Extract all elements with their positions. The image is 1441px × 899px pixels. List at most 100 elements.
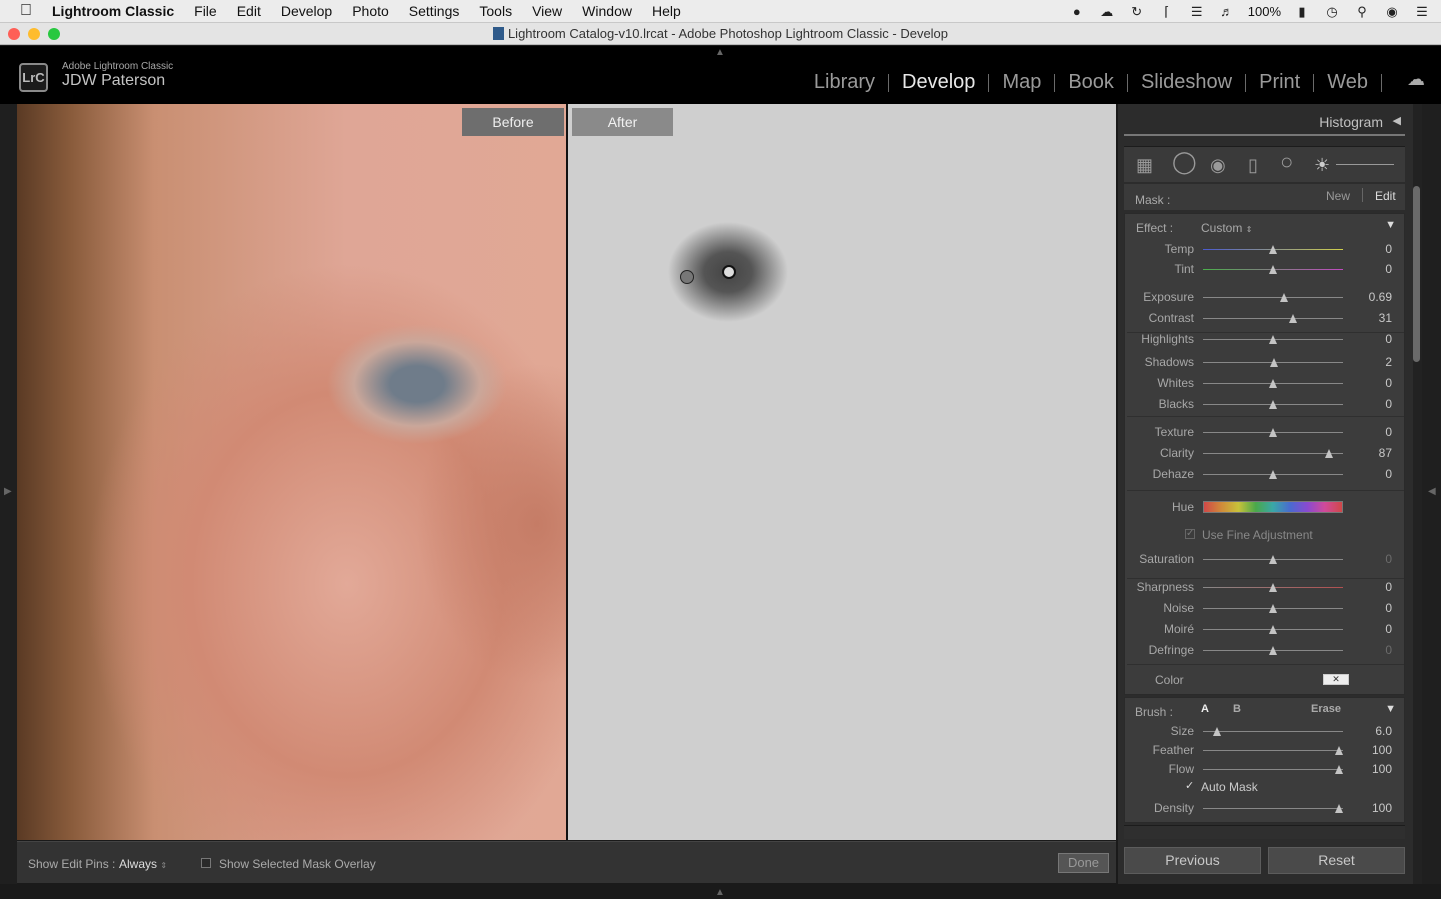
apple-menu-icon[interactable]:  <box>20 2 32 20</box>
module-slideshow[interactable]: Slideshow <box>1141 71 1232 94</box>
clarity-value[interactable]: 87 <box>1379 446 1392 460</box>
app-menu[interactable]: Lightroom Classic <box>52 3 174 19</box>
adjustment-brush-icon[interactable]: ☀ <box>1314 156 1330 174</box>
saturation-slider-thumb[interactable] <box>1269 555 1277 564</box>
radial-filter-icon[interactable]: ○ <box>1280 151 1293 173</box>
whites-value[interactable]: 0 <box>1385 376 1392 390</box>
collapse-triangle-icon[interactable]: ◀ <box>1393 114 1401 127</box>
previous-button[interactable]: Previous <box>1124 847 1261 874</box>
done-button[interactable]: Done <box>1058 853 1109 873</box>
brush-b-tab[interactable]: B <box>1233 703 1241 715</box>
feather-slider-thumb[interactable] <box>1334 746 1343 755</box>
after-photo[interactable] <box>568 104 1116 840</box>
density-slider-thumb[interactable] <box>1334 804 1343 813</box>
blacks-value[interactable]: 0 <box>1385 397 1392 411</box>
shadows-value[interactable]: 2 <box>1385 355 1392 369</box>
brush-tool-slider[interactable] <box>1336 164 1394 165</box>
zoom-window-button[interactable] <box>48 28 60 40</box>
contrast-slider-thumb[interactable] <box>1288 314 1297 323</box>
dehaze-slider-thumb[interactable] <box>1269 470 1277 479</box>
control-center-icon[interactable]: ☰ <box>1413 4 1431 19</box>
texture-value[interactable]: 0 <box>1385 425 1392 439</box>
size-slider-thumb[interactable] <box>1213 727 1221 736</box>
mask-overlay-checkbox[interactable] <box>201 858 211 868</box>
exposure-slider[interactable] <box>1203 297 1343 298</box>
feather-value[interactable]: 100 <box>1372 743 1392 757</box>
crop-tool-icon[interactable]: ▦ <box>1136 156 1153 174</box>
blacks-slider-thumb[interactable] <box>1269 400 1277 409</box>
shadows-slider-thumb[interactable] <box>1270 358 1279 367</box>
temp-slider-thumb[interactable] <box>1269 245 1277 254</box>
flow-slider[interactable] <box>1203 769 1343 770</box>
noise-value[interactable]: 0 <box>1385 601 1392 615</box>
menu-help[interactable]: Help <box>652 3 681 19</box>
defringe-value[interactable]: 0 <box>1385 643 1392 657</box>
menu-photo[interactable]: Photo <box>352 3 389 19</box>
volume-icon[interactable]: ♬ <box>1218 4 1236 19</box>
close-window-button[interactable] <box>8 28 20 40</box>
siri-icon[interactable]: ◉ <box>1383 4 1401 19</box>
sharpness-slider-thumb[interactable] <box>1269 583 1277 592</box>
fine-adjust-checkbox[interactable]: ✓ <box>1185 529 1195 539</box>
temp-value[interactable]: 0 <box>1385 242 1392 256</box>
menu-settings[interactable]: Settings <box>409 3 460 19</box>
size-slider[interactable] <box>1203 731 1343 732</box>
size-value[interactable]: 6.0 <box>1375 724 1392 738</box>
saturation-value[interactable]: 0 <box>1385 552 1392 566</box>
top-panel-toggle-icon[interactable]: ▲ <box>715 47 725 58</box>
contrast-slider[interactable] <box>1203 318 1343 319</box>
spotlight-icon[interactable]: ⚲ <box>1353 4 1371 19</box>
module-library[interactable]: Library <box>814 71 875 94</box>
mask-new-button[interactable]: New <box>1326 189 1350 203</box>
brush-disclosure-icon[interactable]: ▼ <box>1385 703 1396 715</box>
menu-view[interactable]: View <box>532 3 562 19</box>
module-print[interactable]: Print <box>1259 71 1300 94</box>
menu-file[interactable]: File <box>194 3 217 19</box>
highlights-slider-thumb[interactable] <box>1269 335 1277 344</box>
menu-tools[interactable]: Tools <box>479 3 512 19</box>
hue-spectrum-bar[interactable] <box>1203 501 1343 513</box>
wifi-icon[interactable]: ☰ <box>1188 4 1206 19</box>
brush-a-tab[interactable]: A <box>1201 703 1209 715</box>
defringe-slider-thumb[interactable] <box>1269 646 1277 655</box>
cloud-sync-icon[interactable]: ☁ <box>1098 4 1116 19</box>
before-after-view[interactable]: Before After <box>17 104 1116 840</box>
bottom-panel-toggle-icon[interactable]: ▲ <box>715 887 725 898</box>
graduated-filter-icon[interactable]: ▯ <box>1248 156 1258 174</box>
auto-mask-checkbox[interactable]: ✓ <box>1185 781 1195 792</box>
left-panel-toggle-icon[interactable]: ▶ <box>4 486 12 497</box>
time-machine-icon[interactable]: ↻ <box>1128 4 1146 19</box>
edit-pin-icon[interactable] <box>680 270 694 284</box>
flow-slider-thumb[interactable] <box>1334 765 1343 774</box>
cloud-status-icon[interactable]: ☁ <box>1407 70 1429 88</box>
flow-value[interactable]: 100 <box>1372 762 1392 776</box>
reset-button[interactable]: Reset <box>1268 847 1405 874</box>
menu-window[interactable]: Window <box>582 3 632 19</box>
texture-slider-thumb[interactable] <box>1269 428 1277 437</box>
feather-slider[interactable] <box>1203 750 1343 751</box>
before-photo[interactable] <box>17 104 566 840</box>
exposure-slider-thumb[interactable] <box>1280 293 1289 302</box>
battery-icon[interactable]: ▮ <box>1293 4 1311 19</box>
minimize-window-button[interactable] <box>28 28 40 40</box>
module-develop[interactable]: Develop <box>902 71 975 94</box>
menu-edit[interactable]: Edit <box>237 3 261 19</box>
moire-slider-thumb[interactable] <box>1269 625 1277 634</box>
brush-erase-tab[interactable]: Erase <box>1311 703 1341 715</box>
dehaze-value[interactable]: 0 <box>1385 467 1392 481</box>
density-slider[interactable] <box>1203 808 1343 809</box>
noise-slider-thumb[interactable] <box>1269 604 1277 613</box>
color-swatch[interactable]: ✕ <box>1323 674 1349 685</box>
highlights-value[interactable]: 0 <box>1385 332 1392 346</box>
clarity-slider-thumb[interactable] <box>1325 449 1333 458</box>
effect-preset-select[interactable]: Custom ⇕ <box>1201 221 1252 235</box>
effect-disclosure-icon[interactable]: ▼ <box>1385 219 1396 231</box>
mask-edit-button[interactable]: Edit <box>1375 189 1396 203</box>
histogram-header[interactable]: Histogram ◀ <box>1124 108 1405 136</box>
tint-value[interactable]: 0 <box>1385 262 1392 276</box>
module-map[interactable]: Map <box>1002 71 1041 94</box>
contrast-value[interactable]: 31 <box>1379 311 1392 325</box>
sharpness-value[interactable]: 0 <box>1385 580 1392 594</box>
tint-slider-thumb[interactable] <box>1269 265 1277 274</box>
show-edit-pins-select[interactable]: Always ⇕ <box>119 857 167 871</box>
